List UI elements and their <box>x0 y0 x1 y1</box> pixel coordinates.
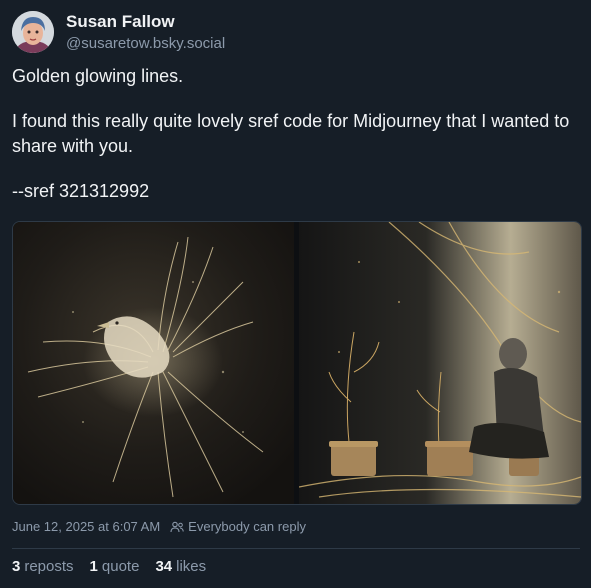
post-text: Golden glowing lines. I found this reall… <box>12 64 572 204</box>
engagement-stats: 3 reposts 1 quote 34 likes <box>12 558 206 575</box>
divider <box>12 548 580 549</box>
likes-label: likes <box>176 558 207 575</box>
reply-setting-label: Everybody can reply <box>188 519 306 534</box>
post-line: I found this really quite lovely sref co… <box>12 111 570 156</box>
image-gallery <box>12 221 582 505</box>
post-image-bird[interactable] <box>13 222 294 504</box>
quote-label: quote <box>101 558 140 575</box>
reposts-label: reposts <box>24 558 74 575</box>
post-card: Susan Fallow @susaretow.bsky.social Gold… <box>0 0 591 588</box>
avatar[interactable] <box>12 11 54 53</box>
author-handle[interactable]: @susaretow.bsky.social <box>66 35 225 52</box>
post-line: Golden glowing lines. <box>12 66 184 86</box>
quote-count: 1 <box>89 558 98 575</box>
author-name[interactable]: Susan Fallow <box>66 12 175 32</box>
post-image-plants[interactable] <box>299 222 581 504</box>
post-line: --sref 321312992 <box>12 181 150 201</box>
quotes-stat[interactable]: 1 quote <box>90 558 140 575</box>
likes-stat[interactable]: 34 likes <box>155 558 206 575</box>
people-icon <box>170 521 184 532</box>
reply-setting: Everybody can reply <box>170 519 306 534</box>
likes-count: 34 <box>155 558 173 575</box>
post-timestamp[interactable]: June 12, 2025 at 6:07 AM <box>12 519 160 534</box>
reposts-stat[interactable]: 3 reposts <box>12 558 74 575</box>
reposts-count: 3 <box>12 558 21 575</box>
post-meta: June 12, 2025 at 6:07 AM Everybody can r… <box>12 519 306 534</box>
avatar-portrait-icon <box>12 11 54 53</box>
